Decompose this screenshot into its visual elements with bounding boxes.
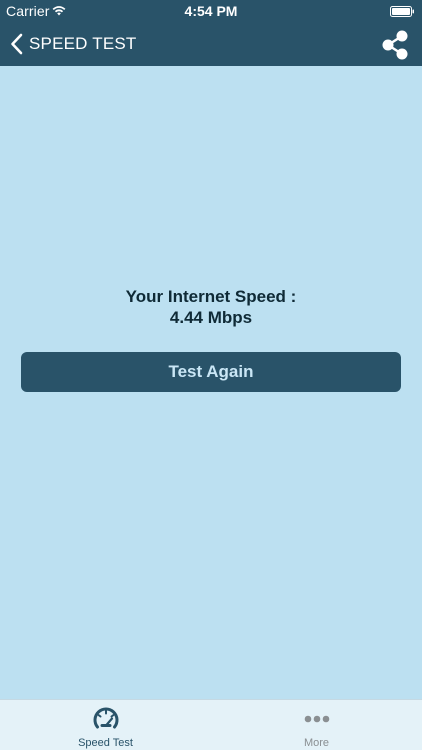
header: Carrier 4:54 PM SPEED TEST xyxy=(0,0,422,66)
chevron-left-icon xyxy=(11,33,23,55)
status-bar: Carrier 4:54 PM xyxy=(0,0,422,22)
status-time: 4:54 PM xyxy=(184,3,238,19)
battery-icon xyxy=(390,6,414,17)
main-content: Your Internet Speed : 4.44 Mbps Test Aga… xyxy=(0,66,422,699)
back-button[interactable]: SPEED TEST xyxy=(10,22,137,66)
page-title: SPEED TEST xyxy=(29,34,137,53)
share-icon xyxy=(382,30,408,60)
tab-label-more: More xyxy=(303,737,330,749)
speed-label: Your Internet Speed : xyxy=(125,287,297,306)
tab-label-speed-test: Speed Test xyxy=(78,737,133,749)
nav-bar: SPEED TEST xyxy=(0,22,422,66)
tab-more[interactable]: More xyxy=(211,700,422,750)
tab-speed-test[interactable]: Speed Test xyxy=(0,700,211,750)
more-dots-icon xyxy=(304,715,329,723)
test-again-button[interactable]: Test Again xyxy=(21,352,401,392)
share-button[interactable] xyxy=(380,28,412,60)
speed-value: 4.44 Mbps xyxy=(169,308,253,327)
speedometer-icon xyxy=(93,707,118,729)
tab-bar: Speed Test More xyxy=(0,699,422,750)
